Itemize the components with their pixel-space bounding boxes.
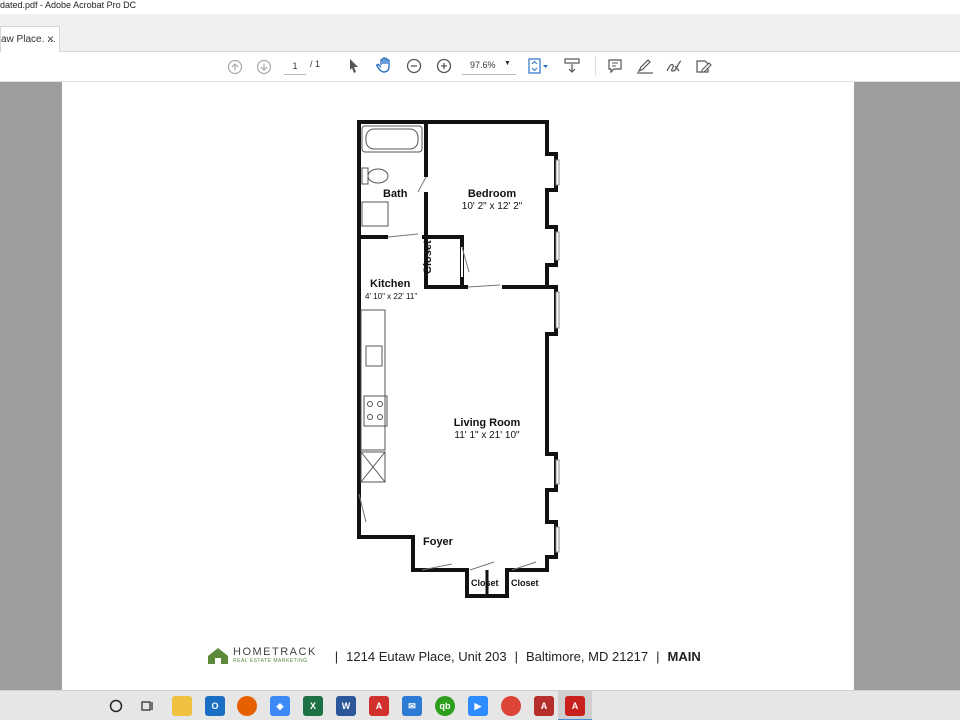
excel-icon[interactable]: X	[303, 696, 323, 716]
footer-separator: |	[514, 648, 518, 664]
page-number-input[interactable]	[284, 57, 306, 75]
select-arrow-icon[interactable]	[347, 57, 361, 75]
room-dim-bedroom: 10' 2" x 12' 2"	[461, 201, 523, 212]
windows-mail-icon[interactable]: ✉	[402, 696, 422, 716]
outlook-icon[interactable]: O	[205, 696, 225, 716]
start-icon[interactable]	[106, 696, 126, 716]
scroll-mode-icon[interactable]	[564, 57, 580, 75]
logo-subtitle: REAL ESTATE MARKETING	[233, 658, 308, 664]
room-dim-kitchen: 4' 10" x 22' 11"	[365, 292, 418, 301]
file-explorer-icon[interactable]	[172, 696, 192, 716]
logo-name: HOMETRACK	[233, 646, 317, 658]
house-logo-icon	[208, 648, 228, 664]
task-view-icon[interactable]	[137, 696, 157, 716]
room-dim-living: 11' 1" x 21' 10"	[454, 430, 520, 441]
room-label-living: Living Room	[453, 417, 521, 429]
footer-floor: MAIN	[667, 648, 701, 664]
document-footer: HOMETRACK REAL ESTATE MARKETING | 1214 E…	[207, 644, 701, 668]
zoom-level-select[interactable]: 97.6% ▼	[462, 57, 516, 75]
sign-icon[interactable]	[665, 57, 683, 75]
window-title-bar: dated.pdf - Adobe Acrobat Pro DC	[0, 0, 960, 14]
room-label-bedroom: Bedroom	[467, 188, 517, 200]
page-down-icon[interactable]	[256, 58, 272, 76]
acrobat-pro-icon[interactable]: A	[565, 696, 585, 716]
footer-separator: |	[656, 648, 660, 664]
room-label-closet-a: Closet	[471, 578, 499, 588]
page-total-label: / 1	[310, 59, 321, 69]
zoom-level-value: 97.6%	[470, 60, 496, 70]
room-label-closet-vertical: Closet	[422, 240, 434, 274]
footer-city: Baltimore, MD 21217	[526, 648, 649, 664]
chevron-down-icon: ▼	[504, 60, 511, 67]
windows-taskbar: O ◆ X W A ✉ qb ▶ A A	[0, 690, 960, 720]
firefox-icon[interactable]	[237, 696, 257, 716]
chrome-icon[interactable]	[501, 696, 521, 716]
acrobat-pro-icon-2[interactable]: A	[534, 696, 554, 716]
zoom-icon[interactable]: ▶	[468, 696, 488, 716]
pdf-page: Bath Bedroom 10' 2" x 12' 2" Closet Kitc…	[62, 82, 854, 690]
room-label-closet-b: Closet	[511, 578, 539, 588]
footer-separator: |	[334, 648, 339, 664]
floor-plan-drawing	[357, 120, 560, 598]
page-fit-icon[interactable]	[527, 57, 549, 75]
word-icon[interactable]: W	[336, 696, 356, 716]
hand-tool-icon[interactable]	[375, 56, 395, 74]
toolbar-divider	[595, 56, 596, 76]
room-label-foyer: Foyer	[423, 536, 453, 548]
document-viewer[interactable]: Bath Bedroom 10' 2" x 12' 2" Closet Kitc…	[0, 82, 960, 690]
room-label-kitchen: Kitchen	[370, 278, 411, 290]
document-tab[interactable]: aw Place. ... ×	[0, 26, 60, 52]
zoom-in-icon[interactable]	[436, 57, 452, 75]
acrobat-reader-icon[interactable]: A	[369, 696, 389, 716]
hometrack-logo: HOMETRACK REAL ESTATE MARKETING	[207, 647, 317, 665]
fill-sign-icon[interactable]	[695, 57, 713, 75]
tab-strip: aw Place. ... ×	[0, 14, 960, 52]
close-tab-icon[interactable]: ×	[47, 32, 54, 46]
footer-address: 1214 Eutaw Place, Unit 203	[346, 648, 507, 664]
quickbooks-icon[interactable]: qb	[435, 696, 455, 716]
highlight-pen-icon[interactable]	[636, 57, 654, 75]
room-label-bath: Bath	[383, 188, 408, 200]
window-title: dated.pdf - Adobe Acrobat Pro DC	[0, 0, 137, 10]
dropbox-icon[interactable]: ◆	[270, 696, 290, 716]
comment-icon[interactable]	[607, 57, 623, 75]
page-up-icon[interactable]	[227, 58, 243, 76]
zoom-out-icon[interactable]	[406, 57, 422, 75]
